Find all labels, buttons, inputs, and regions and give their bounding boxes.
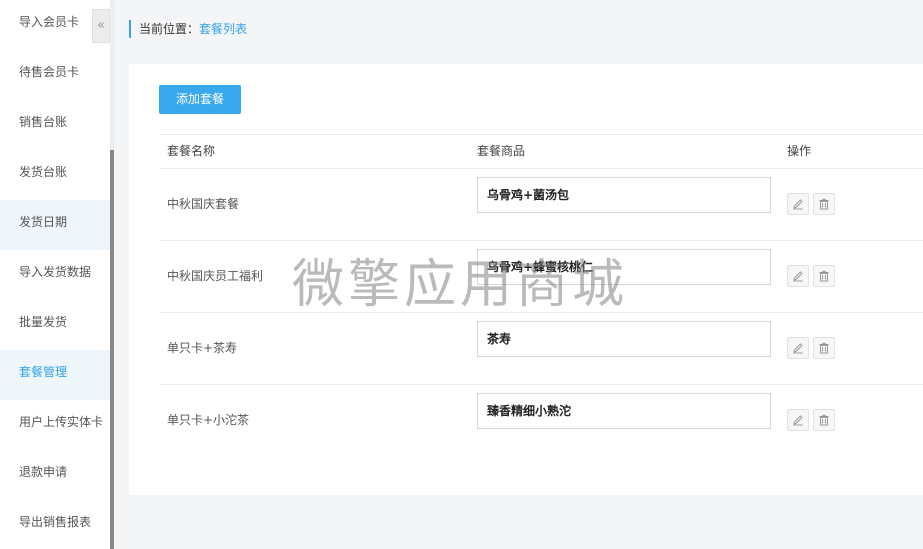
column-header-name: 套餐名称: [167, 144, 216, 158]
edit-button[interactable]: [787, 265, 809, 287]
trash-icon: [819, 198, 829, 210]
edit-button[interactable]: [787, 409, 809, 431]
column-header-goods: 套餐商品: [477, 144, 526, 158]
pencil-icon: [793, 199, 803, 210]
delete-button[interactable]: [813, 265, 835, 287]
pencil-icon: [793, 271, 803, 282]
sidebar-item-shipping-date[interactable]: 发货日期: [0, 200, 110, 250]
sidebar-item-refund-request[interactable]: 退款申请: [0, 450, 110, 500]
sidebar-item-shipping-ledger[interactable]: 发货台账: [0, 150, 110, 200]
sidebar-item-sales-ledger[interactable]: 销售台账: [0, 100, 110, 150]
package-table: 套餐名称 套餐商品 操作 中秋国庆套餐 乌骨鸡+菌汤包 中秋国庆员工福利 乌骨鸡…: [159, 134, 923, 457]
sidebar-item-batch-shipping[interactable]: 批量发货: [0, 300, 110, 350]
package-name: 单只卡+茶寿: [167, 341, 238, 355]
sidebar-item-export-sales-report[interactable]: 导出销售报表: [0, 500, 110, 549]
package-goods-field[interactable]: 臻香精细小熟沱: [477, 393, 771, 429]
breadcrumb: 当前位置：套餐列表: [129, 20, 247, 38]
delete-button[interactable]: [813, 337, 835, 359]
sidebar-collapse-button[interactable]: «: [92, 9, 110, 43]
trash-icon: [819, 414, 829, 426]
column-header-actions: 操作: [787, 144, 812, 158]
delete-button[interactable]: [813, 409, 835, 431]
trash-icon: [819, 342, 829, 354]
sidebar-item-user-upload-card[interactable]: 用户上传实体卡: [0, 400, 110, 450]
edit-button[interactable]: [787, 193, 809, 215]
package-name: 中秋国庆套餐: [167, 197, 240, 211]
pencil-icon: [793, 343, 803, 354]
package-name: 中秋国庆员工福利: [167, 269, 264, 283]
add-package-button[interactable]: 添加套餐: [159, 85, 241, 114]
pencil-icon: [793, 415, 803, 426]
sidebar-item-package-management[interactable]: 套餐管理: [0, 350, 110, 400]
double-chevron-left-icon: «: [97, 18, 105, 33]
trash-icon: [819, 270, 829, 282]
table-row: 中秋国庆套餐 乌骨鸡+菌汤包: [159, 169, 923, 241]
sidebar-item-cards-for-sale[interactable]: 待售会员卡: [0, 50, 110, 100]
sidebar-item-import-shipping-data[interactable]: 导入发货数据: [0, 250, 110, 300]
sidebar: 导入会员卡 待售会员卡 销售台账 发货台账 发货日期 导入发货数据 批量发货 套…: [0, 0, 110, 549]
table-row: 单只卡+茶寿 茶寿: [159, 313, 923, 385]
package-goods-field[interactable]: 乌骨鸡+菌汤包: [477, 177, 771, 213]
delete-button[interactable]: [813, 193, 835, 215]
edit-button[interactable]: [787, 337, 809, 359]
sidebar-scrollbar-thumb[interactable]: [110, 150, 114, 549]
content-panel: 添加套餐 套餐名称 套餐商品 操作 中秋国庆套餐 乌骨鸡+菌汤包 中秋国庆员工福…: [129, 64, 923, 495]
package-goods-field[interactable]: 乌骨鸡+蜂蜜核桃仁: [477, 249, 771, 285]
package-name: 单只卡+小沱茶: [167, 413, 250, 427]
table-row: 中秋国庆员工福利 乌骨鸡+蜂蜜核桃仁: [159, 241, 923, 313]
table-row: 单只卡+小沱茶 臻香精细小熟沱: [159, 385, 923, 457]
breadcrumb-current-link[interactable]: 套餐列表: [199, 22, 247, 36]
table-header: 套餐名称 套餐商品 操作: [159, 134, 923, 169]
package-goods-field[interactable]: 茶寿: [477, 321, 771, 357]
breadcrumb-prefix: 当前位置：: [139, 22, 200, 36]
